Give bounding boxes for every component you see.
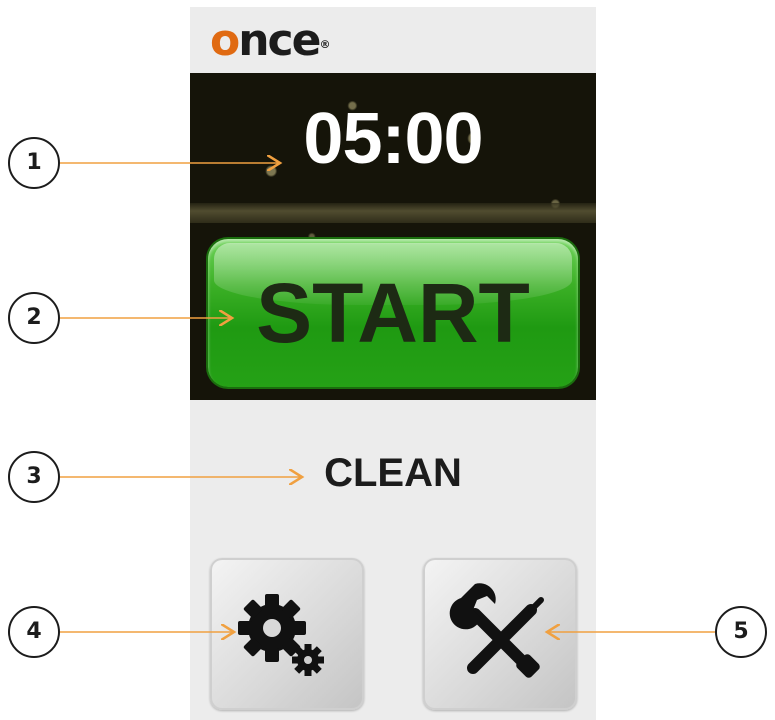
callout-1: 1 xyxy=(8,137,60,189)
callout-4: 4 xyxy=(8,606,60,658)
callout-2: 2 xyxy=(8,292,60,344)
callout-lines xyxy=(60,0,716,720)
callout-3: 3 xyxy=(8,451,60,503)
callout-5: 5 xyxy=(715,606,767,658)
